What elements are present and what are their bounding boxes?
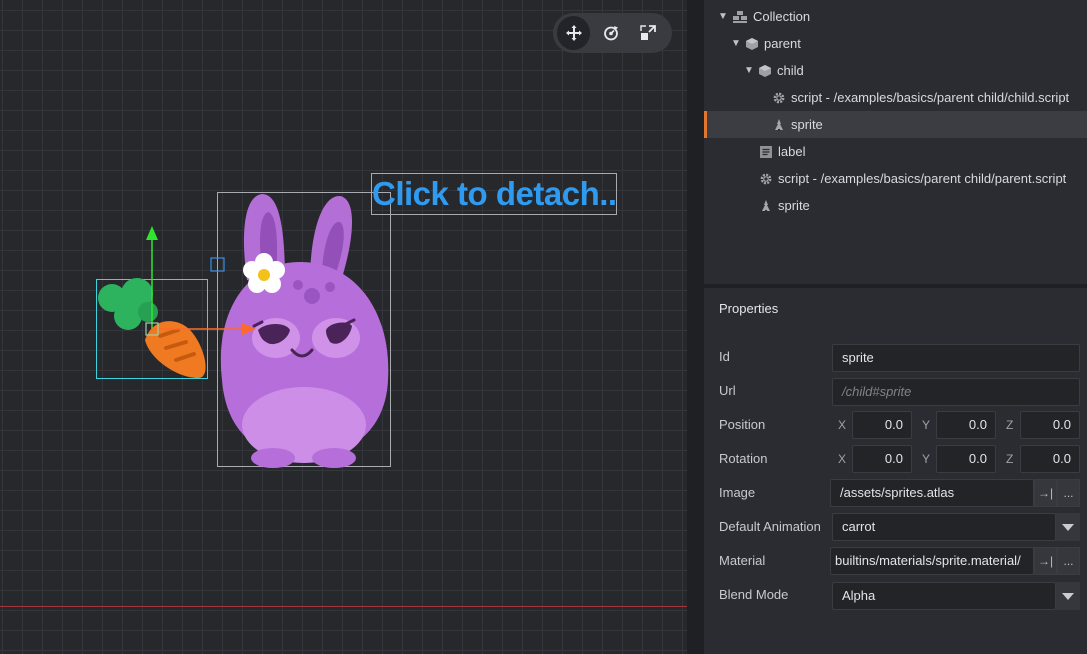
move-tool-button[interactable] [557, 16, 590, 50]
expand-caret-icon[interactable]: ▼ [717, 11, 729, 22]
material-browse-button[interactable]: ... [1057, 547, 1080, 575]
rotate-tool-button[interactable] [594, 16, 627, 50]
game-object-icon [759, 64, 771, 77]
position-y-axis-label: Y [922, 418, 931, 432]
position-x-field[interactable]: 0.0 [852, 411, 912, 439]
tree-item-label: script - /examples/basics/parent child/p… [778, 171, 1067, 186]
panel-splitter[interactable] [687, 0, 704, 654]
script-gear-icon [760, 173, 772, 184]
tree-item-label-component[interactable]: label [704, 138, 1087, 165]
tree-item-label: sprite [791, 117, 823, 132]
tree-item-label: label [778, 144, 806, 159]
material-goto-button[interactable]: →| [1034, 547, 1057, 575]
sprite-icon [762, 199, 770, 212]
material-field[interactable]: /builtins/materials/sprite.material [830, 547, 1034, 575]
position-z-field[interactable]: 0.0 [1020, 411, 1080, 439]
rotation-y-field[interactable]: 0.0 [936, 445, 996, 473]
tree-item-child[interactable]: ▼ child [704, 57, 1087, 84]
chevron-down-icon[interactable] [1056, 582, 1080, 610]
url-field[interactable]: /child#sprite [832, 378, 1080, 406]
position-z-axis-label: Z [1006, 418, 1014, 432]
tree-item-label: script - /examples/basics/parent child/c… [791, 90, 1070, 105]
tree-item-parent-script[interactable]: script - /examples/basics/parent child/p… [704, 165, 1087, 192]
blend-mode-label: Blend Mode [719, 587, 789, 602]
image-goto-button[interactable]: →| [1034, 479, 1057, 507]
script-gear-icon [773, 92, 785, 103]
scale-icon [639, 25, 656, 40]
expand-caret-icon[interactable]: ▼ [743, 65, 755, 76]
properties-panel: Properties Id sprite Url /child#sprite P… [704, 288, 1087, 654]
tree-item-label: child [777, 63, 804, 78]
properties-title: Properties [719, 301, 779, 316]
collection-icon [733, 10, 747, 23]
scene-toolbar [553, 13, 672, 53]
tree-item-child-sprite[interactable]: sprite [704, 111, 1087, 138]
rotation-y-axis-label: Y [922, 452, 931, 466]
move-icon [565, 25, 582, 41]
material-label: Material [719, 553, 766, 568]
detach-label-text: Click to detach... [371, 173, 617, 215]
label-icon [760, 145, 772, 158]
chevron-down-icon[interactable] [1056, 513, 1080, 541]
default-animation-label: Default Animation [719, 519, 821, 534]
id-label: Id [719, 349, 730, 364]
scale-tool-button[interactable] [631, 16, 664, 50]
sprite-icon [775, 118, 783, 131]
rotation-x-field[interactable]: 0.0 [852, 445, 912, 473]
game-object-icon [746, 37, 758, 50]
rotation-z-field[interactable]: 0.0 [1020, 445, 1080, 473]
expand-caret-icon[interactable]: ▼ [730, 38, 742, 49]
scene-viewport[interactable]: Click to detach... [0, 0, 687, 654]
tree-item-parent[interactable]: ▼ parent [704, 30, 1087, 57]
rotation-x-axis-label: X [838, 452, 847, 466]
y-axis-arrow-icon [146, 226, 158, 240]
default-animation-select[interactable]: carrot [832, 513, 1056, 541]
tree-item-label: parent [764, 36, 801, 51]
image-browse-button[interactable]: ... [1057, 479, 1080, 507]
outline-panel: ▼ Collection ▼ parent ▼ child script - /… [704, 0, 1087, 284]
blend-mode-select[interactable]: Alpha [832, 582, 1056, 610]
rotate-icon [603, 26, 618, 41]
position-x-axis-label: X [838, 418, 847, 432]
tree-item-label: Collection [753, 9, 811, 24]
image-label: Image [719, 485, 756, 500]
url-label: Url [719, 383, 736, 398]
id-field[interactable]: sprite [832, 344, 1080, 372]
rotation-z-axis-label: Z [1006, 452, 1014, 466]
tree-item-child-script[interactable]: script - /examples/basics/parent child/c… [704, 84, 1087, 111]
scene-canvas [96, 192, 391, 468]
rotation-label: Rotation [719, 451, 768, 466]
position-label: Position [719, 417, 766, 432]
tree-item-parent-sprite[interactable]: sprite [704, 192, 1087, 219]
position-y-field[interactable]: 0.0 [936, 411, 996, 439]
image-field[interactable]: /assets/sprites.atlas [830, 479, 1034, 507]
tree-item-collection[interactable]: ▼ Collection [704, 3, 1087, 30]
tree-item-label: sprite [778, 198, 810, 213]
